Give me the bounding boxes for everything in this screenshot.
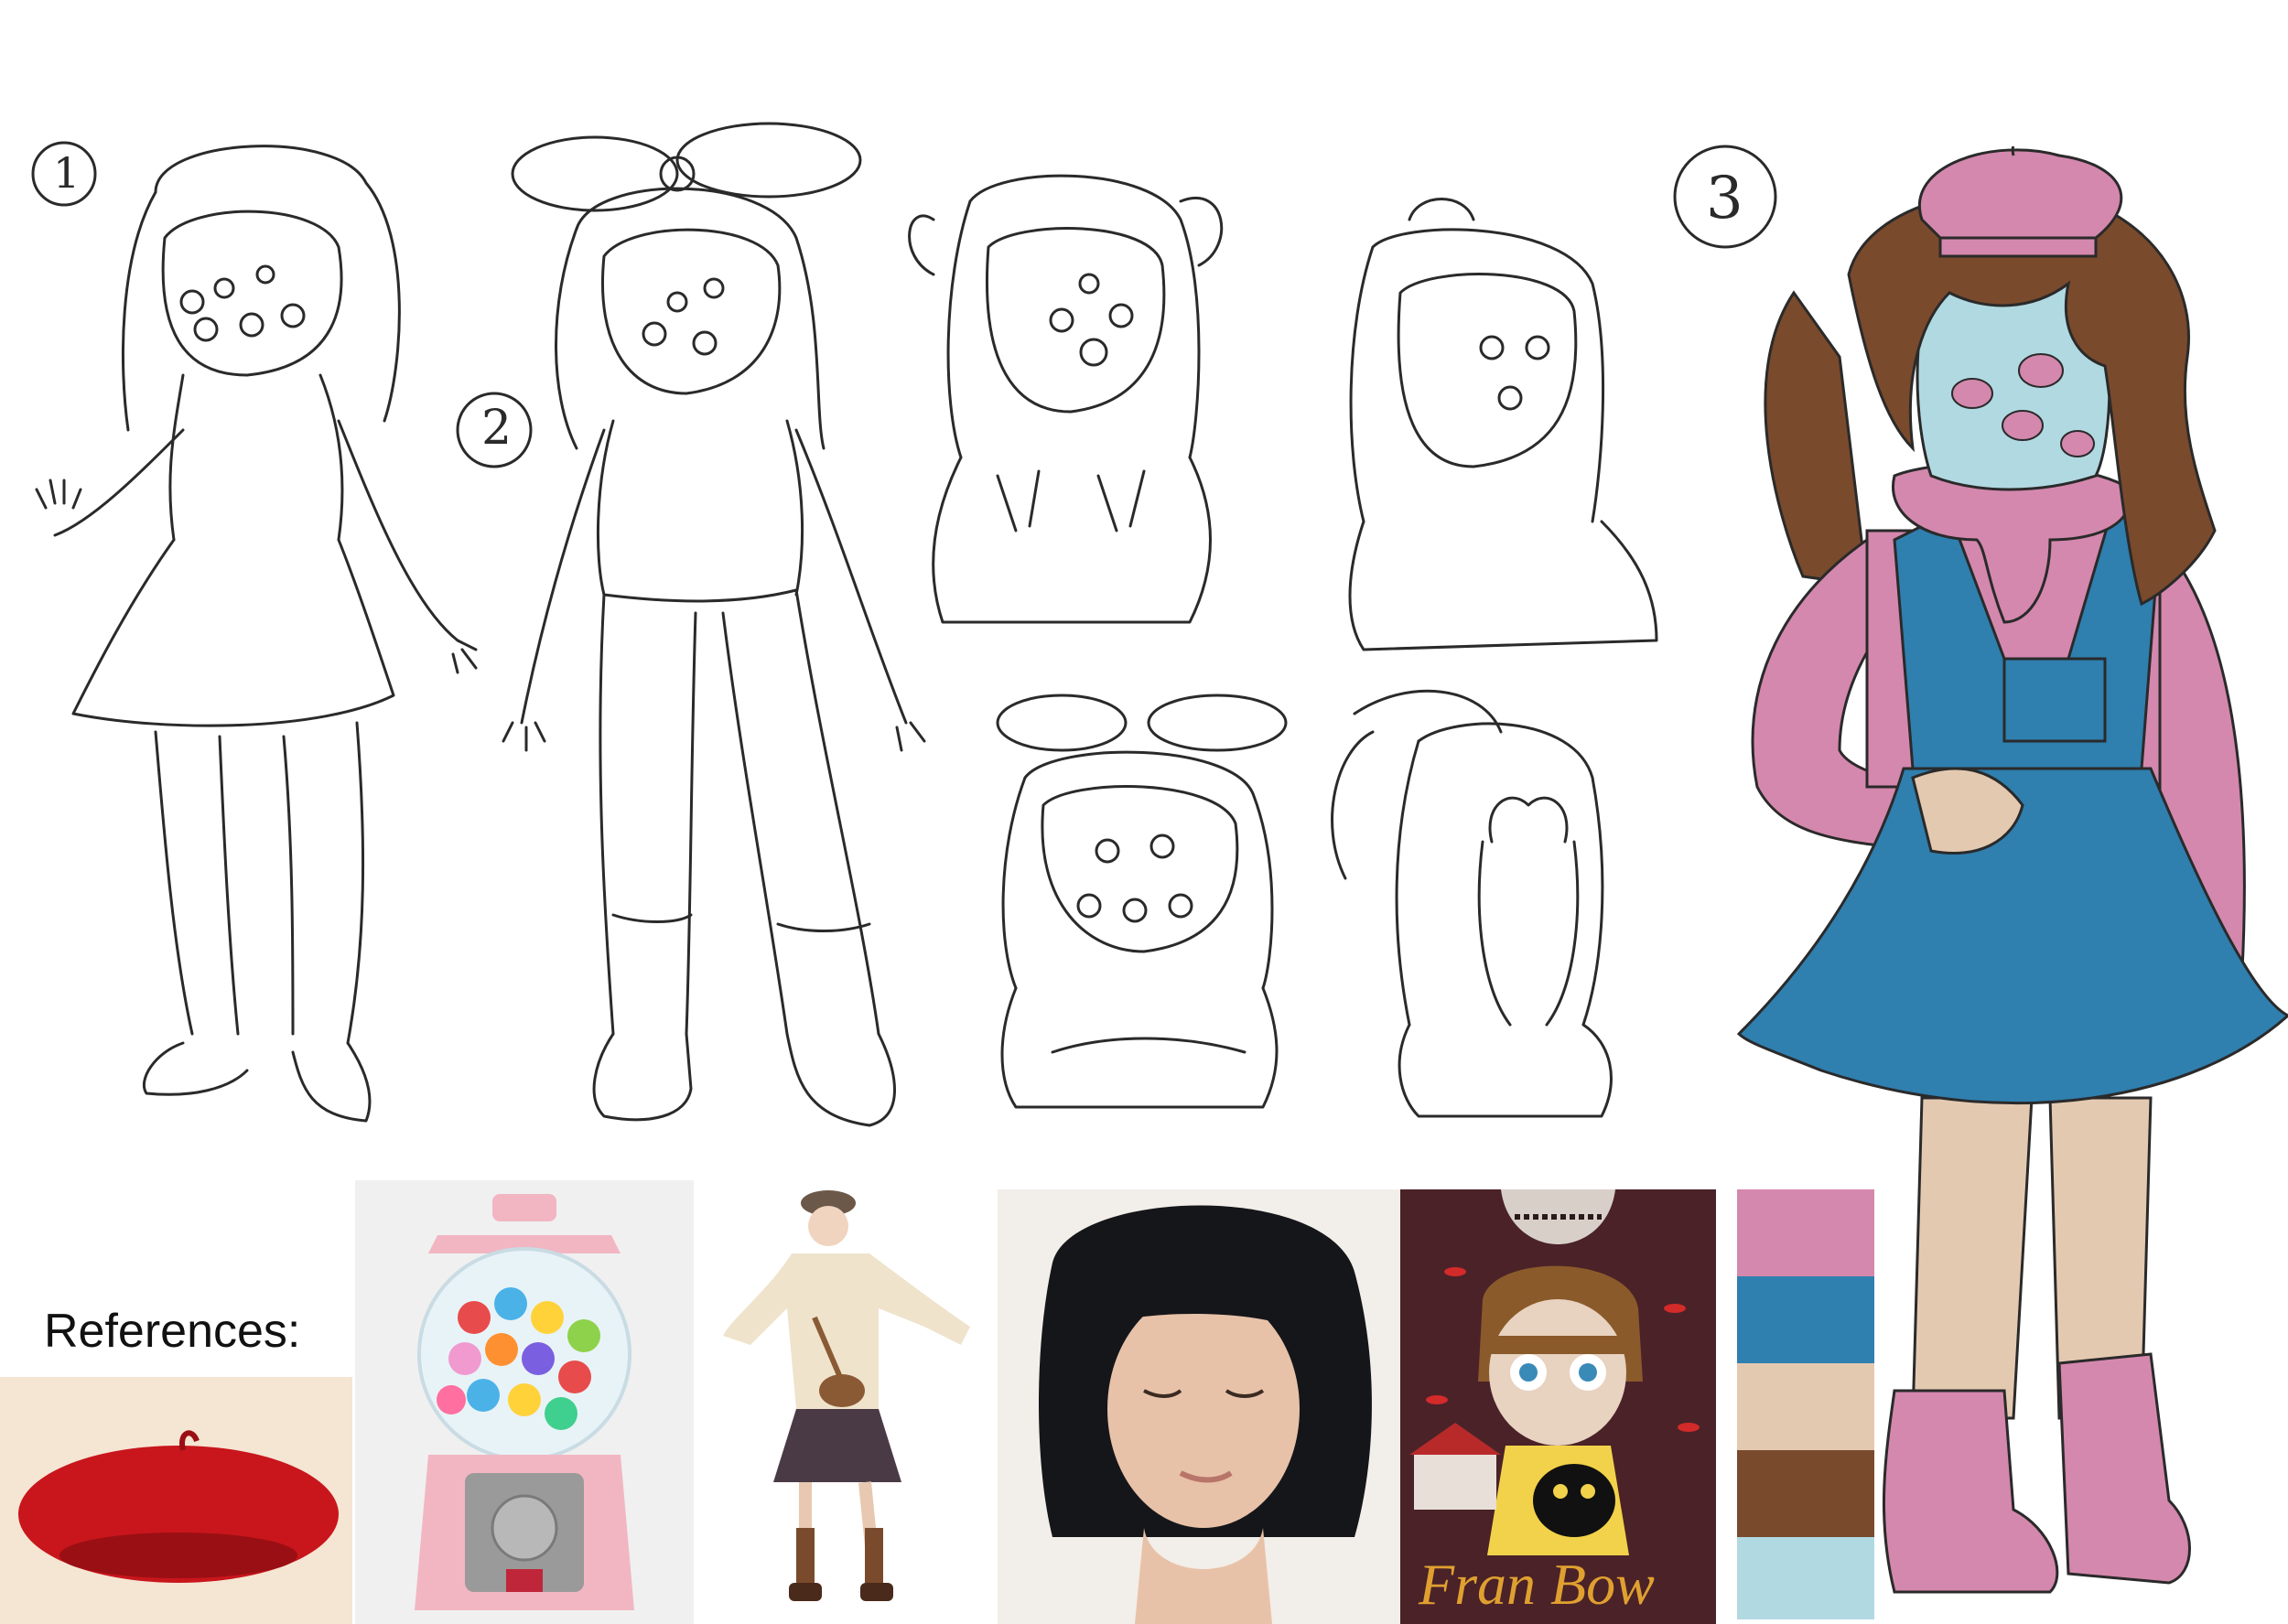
- palette-swatch-light-blue: [1737, 1537, 1874, 1619]
- palette-swatch-blue: [1737, 1276, 1874, 1363]
- palette-swatch-pink: [1737, 1189, 1874, 1276]
- reference-outfit-photo: [696, 1180, 993, 1624]
- sketch-head-covering-face: [1331, 689, 1613, 1118]
- sketch-1-full-body: [35, 145, 478, 1123]
- reference-beret-image: [0, 1377, 352, 1624]
- palette-swatch-brown: [1737, 1450, 1874, 1537]
- reference-hairstyle-photo: [998, 1189, 1400, 1624]
- sketch-head-peace-sign: [908, 174, 1224, 624]
- reference-gumball-machine-image: [355, 1180, 694, 1624]
- reference-game-poster: Fran Bow: [1400, 1189, 1716, 1624]
- poster-title: Fran Bow: [1419, 1552, 1655, 1617]
- sketch-head-hug: [996, 694, 1288, 1109]
- palette-swatch-tan: [1737, 1363, 1874, 1450]
- references-label: References:: [44, 1305, 301, 1358]
- sketch-head-profile: [1348, 198, 1658, 651]
- color-palette-strip: [1737, 1189, 1874, 1619]
